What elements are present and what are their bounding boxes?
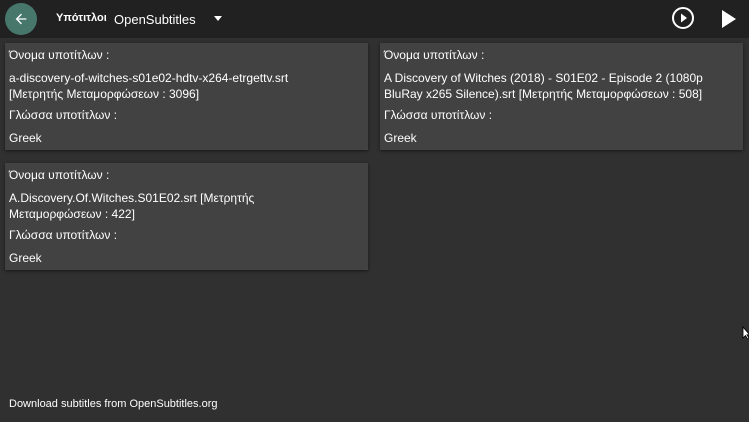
subtitle-name-line-1: a-discovery-of-witches-s01e02-hdtv-x264-… [9,71,289,85]
subtitle-name-line-2: [Μετρητής Μεταμορφώσεων : 3096] [9,87,200,101]
subtitle-name-line-1: A Discovery of Witches (2018) - S01E02 -… [384,71,703,85]
dropdown-arrow-icon[interactable] [214,16,222,21]
subtitle-name-label: Όνομα υποτίτλων : [9,168,110,182]
subtitle-name-label: Όνομα υποτίτλων : [384,48,485,62]
play-circle-icon[interactable] [671,6,695,30]
subtitle-language-value: Greek [9,131,42,145]
subtitle-name-line-2: Μεταμορφώσεων : 422] [9,207,135,221]
top-app-bar: Υπότιτλοι OpenSubtitles [0,0,749,38]
subtitle-card-3[interactable]: Όνομα υποτίτλων : A.Discovery.Of.Witches… [5,163,368,270]
provider-dropdown[interactable]: OpenSubtitles [114,8,196,30]
arrow-left-icon [15,13,27,25]
back-button[interactable] [5,3,37,35]
subtitle-card-2[interactable]: Όνομα υποτίτλων : A Discovery of Witches… [380,43,743,150]
subtitle-language-label: Γλώσσα υποτίτλων : [9,108,118,122]
subtitle-name-label: Όνομα υποτίτλων : [9,48,110,62]
provider-selected-value: OpenSubtitles [114,11,196,27]
subtitle-language-label: Γλώσσα υποτίτλων : [9,228,118,242]
subtitle-name-line-2: BluRay x265 Silence).srt [Μετρητής Μεταμ… [384,87,703,101]
subtitle-name-line-1: A.Discovery.Of.Witches.S01E02.srt [Μετρη… [9,191,255,205]
play-icon[interactable] [718,8,738,30]
subtitle-language-value: Greek [9,251,42,265]
subtitle-language-value: Greek [384,131,417,145]
subtitle-card-1[interactable]: Όνομα υποτίτλων : a-discovery-of-witches… [5,43,368,150]
mouse-cursor-icon [742,326,749,340]
screen-title: Υπότιτλοι [56,12,107,24]
footer-attribution: Download subtitles from OpenSubtitles.or… [9,398,218,410]
subtitle-language-label: Γλώσσα υποτίτλων : [384,108,493,122]
